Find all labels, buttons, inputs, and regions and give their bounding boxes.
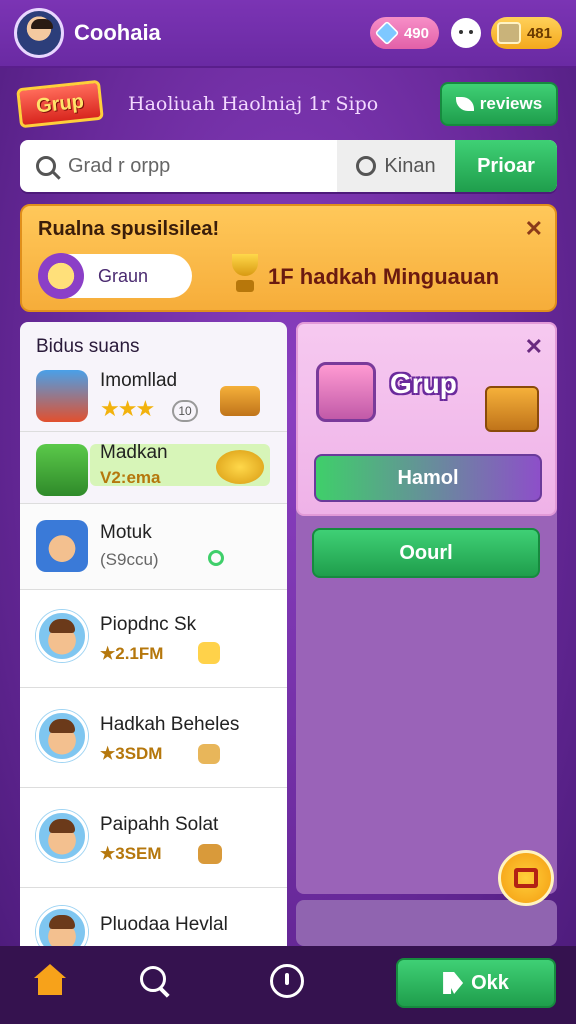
- item-name: Paipahh Solat: [100, 814, 219, 835]
- avatar-icon: [36, 520, 88, 572]
- item-sub: V2:ema: [100, 468, 161, 487]
- list-item[interactable]: Paipahh Solat ★3SEM: [20, 788, 287, 888]
- crate-icon: [220, 386, 260, 416]
- banner-text: 1F hadkah Minguauan: [268, 264, 500, 289]
- search-button[interactable]: Prioar: [455, 140, 557, 192]
- close-icon[interactable]: ✕: [525, 334, 543, 360]
- trophy-icon: [228, 254, 262, 294]
- item-name: Hadkah Beheles: [100, 714, 240, 735]
- group-row: Grup Haoliuah Haolniaj 1r Sipo reviews: [16, 79, 558, 129]
- item-name: Piopdnc Sk: [100, 614, 197, 635]
- search-icon: [36, 156, 56, 176]
- reviews-label: reviews: [479, 94, 543, 113]
- online-icon: [208, 550, 224, 566]
- group-chip[interactable]: Graun: [38, 253, 192, 299]
- barrel-icon: [198, 844, 222, 864]
- star-rating: ★★★: [100, 396, 155, 421]
- scroll-icon: [514, 868, 538, 888]
- group-badge: Grup: [16, 79, 104, 129]
- item-sub: ★2.1FM: [100, 644, 164, 663]
- emoji-face-icon[interactable]: [450, 18, 481, 48]
- item-sub: (S9ccu): [100, 550, 159, 569]
- coin-icon: [198, 642, 220, 664]
- gem-icon: [374, 20, 400, 46]
- clock-icon: [356, 156, 377, 176]
- list-item[interactable]: Piopdnc Sk ★2.1FM: [20, 590, 287, 688]
- list-item[interactable]: Motuk (S9ccu): [20, 504, 287, 590]
- compass-icon[interactable]: [270, 964, 306, 1000]
- level-badge: 10: [172, 400, 198, 422]
- item-name: Imomllad: [100, 370, 178, 391]
- group-list: Bidus suans Imomllad ★★★ 10 Madkan V2:em…: [20, 322, 287, 962]
- item-name: Madkan: [100, 442, 168, 463]
- open-button[interactable]: Oourl: [312, 528, 540, 578]
- banner-title: Rualna spusilsilea!: [38, 218, 220, 240]
- coin-icon: [216, 450, 264, 484]
- gems-value: 490: [403, 24, 429, 42]
- coins-counter[interactable]: 481: [490, 17, 562, 49]
- item-name: Pluodaa Hevlal: [100, 914, 228, 935]
- secondary-panel: [296, 900, 557, 946]
- gift-box-icon: [36, 444, 88, 496]
- list-item[interactable]: Imomllad ★★★ 10: [20, 366, 287, 432]
- coin-stack-icon: [496, 22, 521, 44]
- search-bar: Grad r orpp Kinan Prioar: [20, 140, 557, 192]
- avatar-icon: [36, 710, 88, 762]
- floating-action-button[interactable]: [498, 850, 554, 906]
- promo-banner: Rualna spusilsilea! ✕ Graun 1F hadkah Mi…: [20, 204, 557, 312]
- coins-value: 481: [526, 24, 552, 42]
- close-icon[interactable]: ✕: [525, 216, 543, 242]
- list-item[interactable]: Madkan V2:ema: [20, 432, 287, 504]
- search-icon[interactable]: [138, 964, 174, 1000]
- item-sub: ★3SDM: [100, 744, 163, 763]
- app-title: Coohaia: [74, 20, 161, 45]
- treasure-chest-icon: [485, 386, 539, 432]
- chest-icon: [198, 744, 220, 764]
- group-card: ✕ Grup Hamol: [296, 322, 557, 516]
- gems-counter[interactable]: 490: [369, 17, 439, 49]
- reviews-button[interactable]: reviews: [440, 82, 558, 126]
- list-item[interactable]: Hadkah Beheles ★3SDM: [20, 688, 287, 788]
- leaf-icon: [455, 97, 474, 111]
- item-name: Motuk: [100, 522, 152, 543]
- gift-machine-icon: [316, 362, 376, 422]
- chip-label: Graun: [98, 265, 149, 286]
- search-placeholder: Grad r orpp: [68, 154, 171, 177]
- treasure-icon: [38, 253, 84, 299]
- toy-truck-icon: [36, 370, 88, 422]
- list-heading: Bidus suans: [36, 336, 140, 357]
- filter-label: Kinan: [384, 154, 436, 177]
- filter-button[interactable]: Kinan: [337, 140, 455, 192]
- group-subtitle: Haoliuah Haolniaj 1r Sipo: [128, 93, 379, 115]
- ok-label: Okk: [471, 971, 509, 994]
- play-icon: [443, 972, 464, 994]
- profile-avatar[interactable]: [14, 8, 64, 58]
- avatar-icon: [36, 610, 88, 662]
- item-sub: ★3SEM: [100, 844, 162, 863]
- home-icon[interactable]: [32, 964, 68, 1000]
- avatar-icon: [36, 810, 88, 862]
- ok-button[interactable]: Okk: [396, 958, 556, 1008]
- search-input[interactable]: Grad r orpp: [20, 140, 337, 192]
- top-bar: Coohaia 490 481: [0, 0, 576, 68]
- group-card-title: Grup: [390, 368, 457, 399]
- group-action-button[interactable]: Hamol: [314, 454, 542, 502]
